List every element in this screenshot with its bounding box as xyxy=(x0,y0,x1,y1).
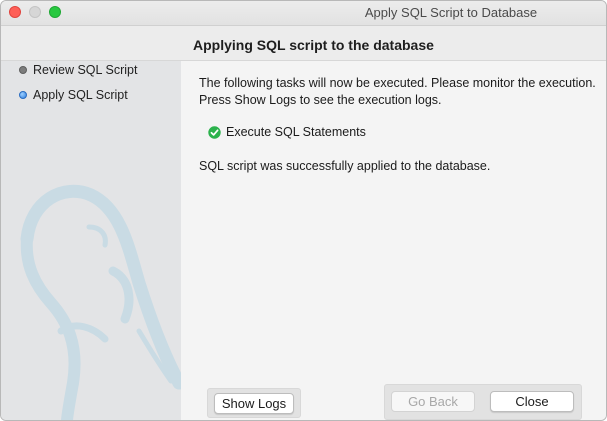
sidebar-item-review-sql-script: Review SQL Script xyxy=(19,61,137,79)
zoom-window-button[interactable] xyxy=(49,6,61,18)
wizard-content: The following tasks will now be executed… xyxy=(181,61,606,420)
intro-text: The following tasks will now be executed… xyxy=(199,75,596,109)
dialog-window: Apply SQL Script to Database Applying SQ… xyxy=(0,0,607,421)
close-window-button[interactable] xyxy=(9,6,21,18)
wizard-header: Applying SQL script to the database xyxy=(1,26,606,61)
task-label: Execute SQL Statements xyxy=(226,125,366,139)
result-message: SQL script was successfully applied to t… xyxy=(199,159,491,173)
sidebar-item-apply-sql-script: Apply SQL Script xyxy=(19,86,128,104)
window-title: Apply SQL Script to Database xyxy=(364,5,538,20)
intro-line-1: The following tasks will now be executed… xyxy=(199,76,596,90)
step-done-icon xyxy=(19,66,27,74)
sidebar-item-label: Review SQL Script xyxy=(33,63,138,77)
step-active-icon xyxy=(19,91,27,99)
go-back-button[interactable]: Go Back xyxy=(391,391,475,412)
close-button[interactable]: Close xyxy=(490,391,574,412)
task-row: Execute SQL Statements xyxy=(208,125,366,139)
page-title: Applying SQL script to the database xyxy=(193,37,434,53)
intro-line-2: Press Show Logs to see the execution log… xyxy=(199,93,442,107)
title-bar[interactable]: Apply SQL Script to Database xyxy=(1,1,606,26)
show-logs-button[interactable]: Show Logs xyxy=(214,393,294,414)
sidebar-item-label: Apply SQL Script xyxy=(33,88,128,102)
minimize-window-button[interactable] xyxy=(29,6,41,18)
check-circle-icon xyxy=(208,125,221,139)
show-logs-group: Show Logs xyxy=(207,388,301,418)
wizard-steps-sidebar: Review SQL Script Apply SQL Script xyxy=(1,61,181,420)
dolphin-watermark-icon xyxy=(20,184,181,420)
navigation-button-group: Go Back Close xyxy=(384,384,582,420)
